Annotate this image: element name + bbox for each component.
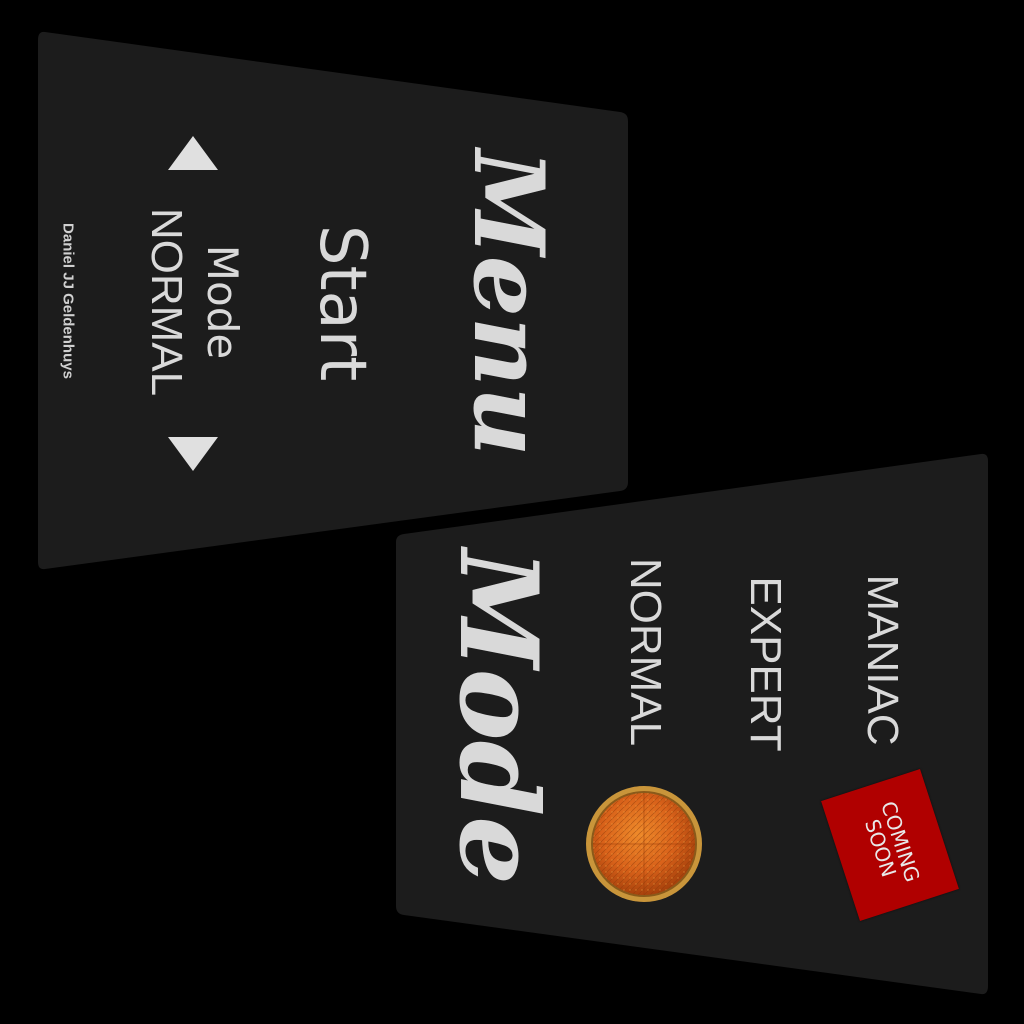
mode-label: Mode: [198, 244, 247, 360]
mode-value-selector[interactable]: NORMAL: [142, 208, 191, 396]
game-screen: Menu Start Mode NORMAL Daniel JJ Geldenh…: [0, 0, 1024, 1024]
mode-option-expert[interactable]: EXPERT: [741, 576, 790, 751]
mode-option-normal[interactable]: NORMAL: [621, 558, 670, 746]
triangle-down-icon[interactable]: [168, 437, 218, 471]
author-credit: Daniel JJ Geldenhuys: [59, 223, 77, 379]
menu-title: Menu: [452, 149, 565, 457]
coming-soon-label: COMING SOON: [857, 798, 925, 891]
start-button[interactable]: Start: [305, 225, 379, 381]
orange-orb-icon: [586, 786, 702, 902]
triangle-up-icon[interactable]: [168, 136, 218, 170]
mode-option-maniac[interactable]: MANIAC: [858, 574, 907, 745]
mode-title: Mode: [435, 549, 561, 885]
